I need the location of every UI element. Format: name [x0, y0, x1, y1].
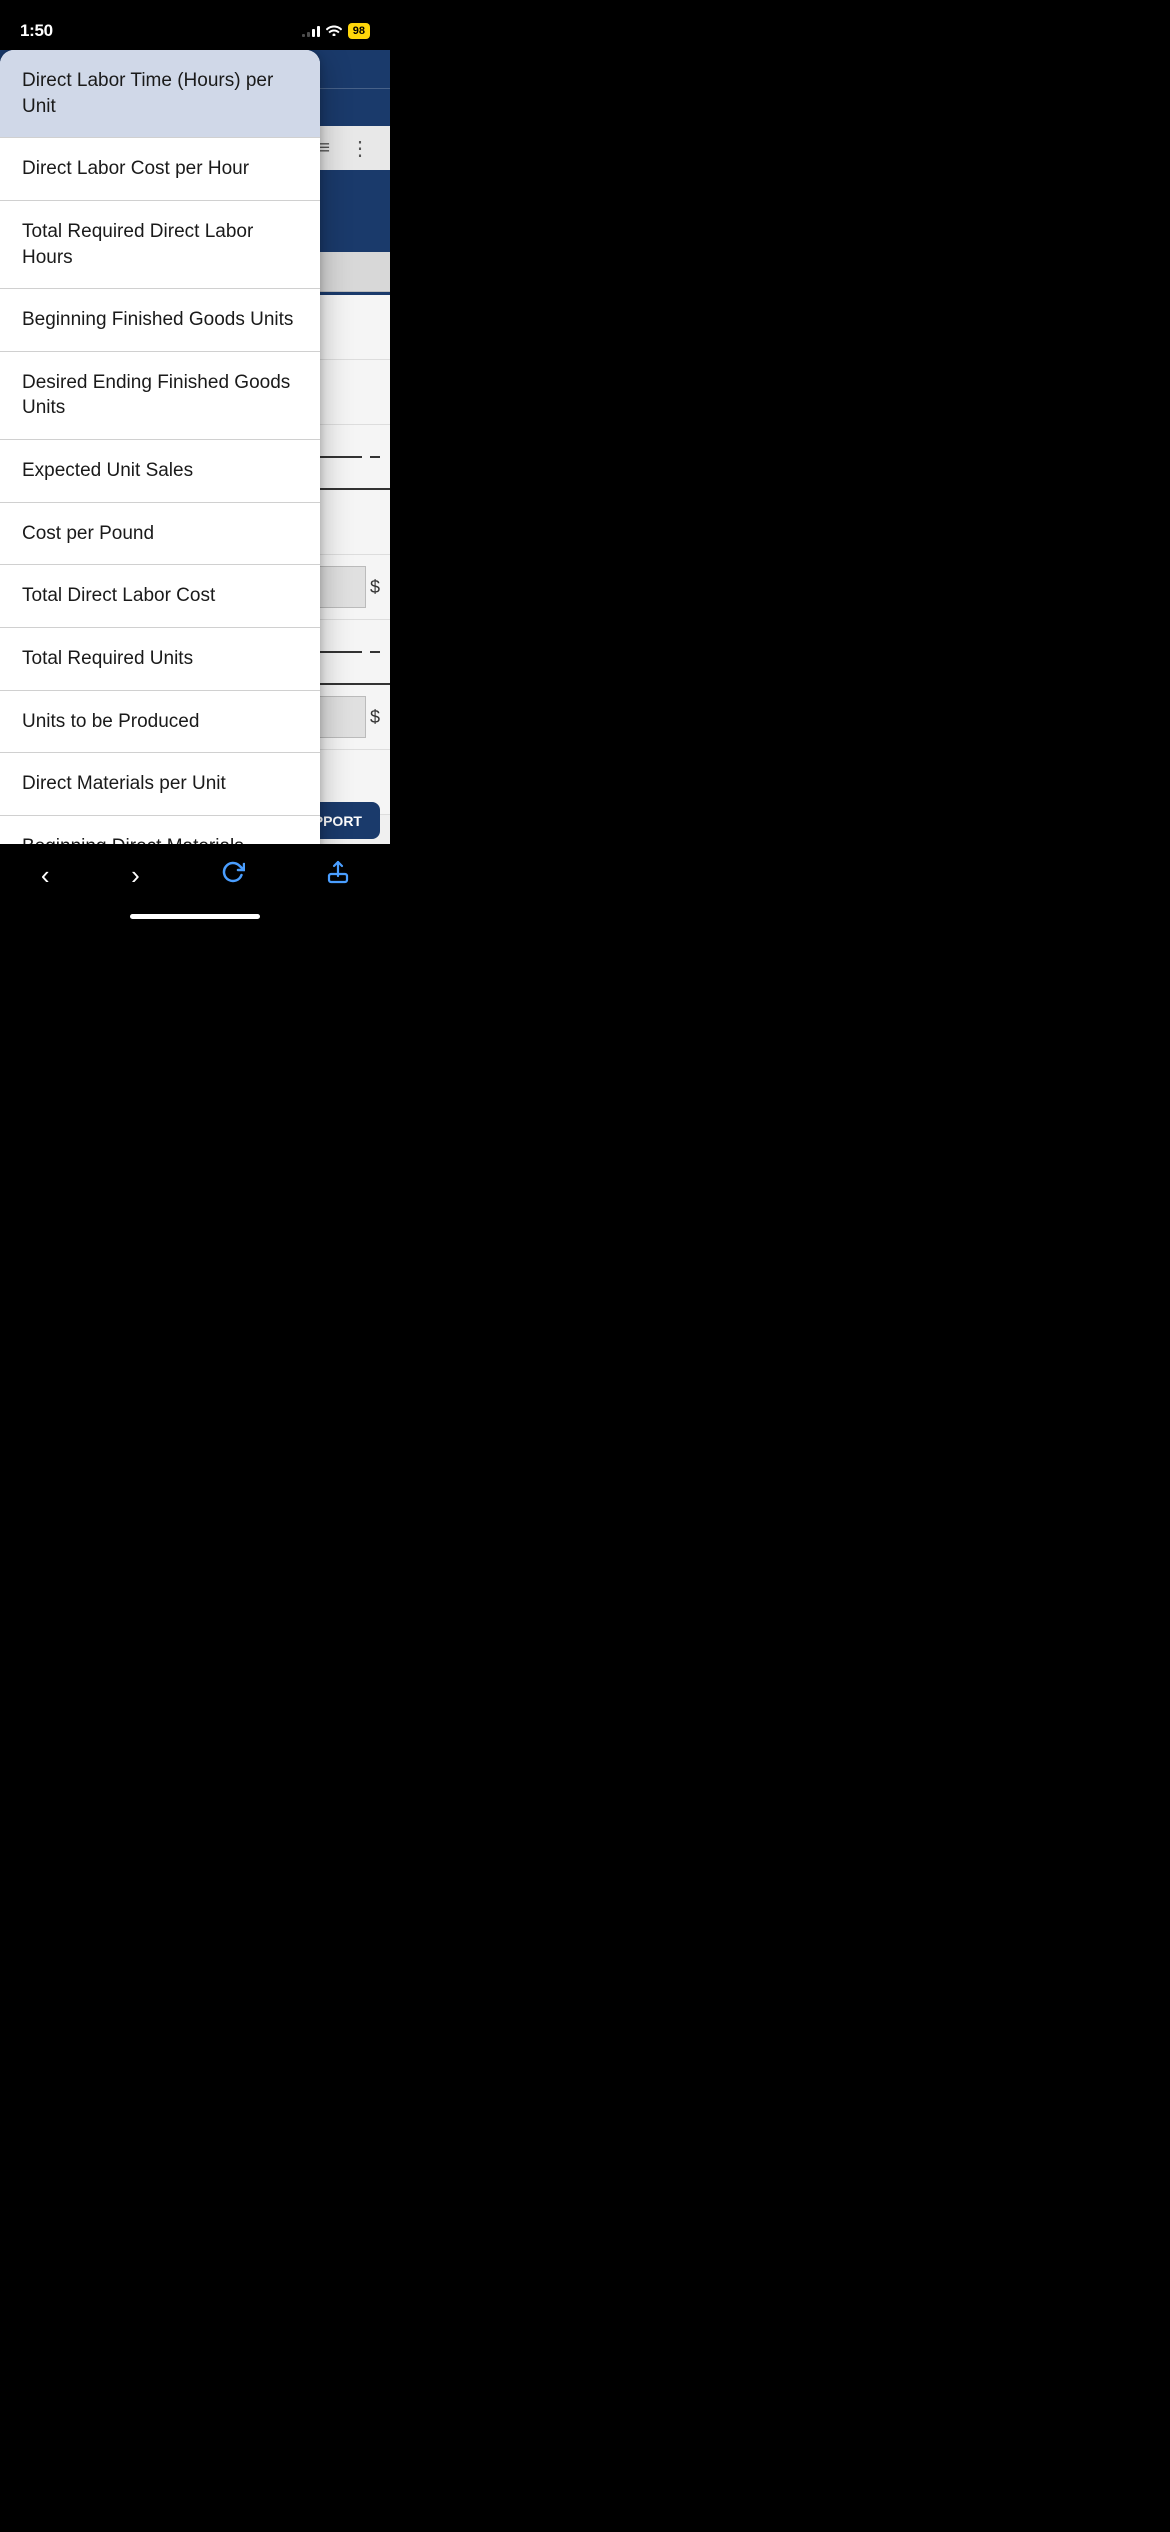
reload-button[interactable]	[205, 852, 261, 899]
dropdown-item-desired-ending-finished-goods-units[interactable]: Desired Ending Finished Goods Units	[0, 352, 320, 440]
forward-button[interactable]: ›	[115, 852, 156, 899]
dropdown-item-beginning-direct-materials[interactable]: Beginning Direct Materials (Pounds)	[0, 816, 320, 844]
content-wrapper: uil... mpany Master ≡ ⋮ BER FA Direc Qua…	[0, 50, 390, 844]
dropdown-menu[interactable]: Direct Labor Time (Hours) per UnitDirect…	[0, 50, 320, 844]
dropdown-item-direct-labor-time[interactable]: Direct Labor Time (Hours) per Unit	[0, 50, 320, 138]
list-icon[interactable]: ≡	[318, 137, 330, 160]
share-button[interactable]	[311, 852, 365, 899]
more-icon[interactable]: ⋮	[350, 136, 370, 161]
dropdown-item-direct-materials-per-unit[interactable]: Direct Materials per Unit	[0, 753, 320, 816]
signal-icon	[302, 25, 320, 37]
dropdown-item-direct-labor-cost-per-hour[interactable]: Direct Labor Cost per Hour	[0, 138, 320, 201]
status-time: 1:50	[20, 21, 53, 41]
battery-indicator: 98	[348, 23, 370, 39]
dropdown-item-cost-per-pound[interactable]: Cost per Pound	[0, 503, 320, 566]
status-icons: 98	[302, 23, 370, 39]
dropdown-item-units-to-be-produced[interactable]: Units to be Produced	[0, 691, 320, 754]
wifi-icon	[326, 24, 342, 39]
home-indicator	[130, 914, 260, 919]
dropdown-item-total-required-direct-labor-hours[interactable]: Total Required Direct Labor Hours	[0, 201, 320, 289]
nav-bar: ‹ ›	[0, 844, 390, 927]
back-button[interactable]: ‹	[25, 852, 66, 899]
status-bar: 1:50 98	[0, 0, 390, 50]
dropdown-item-total-required-units[interactable]: Total Required Units	[0, 628, 320, 691]
dropdown-item-beginning-finished-goods-units[interactable]: Beginning Finished Goods Units	[0, 289, 320, 352]
dropdown-item-total-direct-labor-cost[interactable]: Total Direct Labor Cost	[0, 565, 320, 628]
dropdown-item-expected-unit-sales[interactable]: Expected Unit Sales	[0, 440, 320, 503]
